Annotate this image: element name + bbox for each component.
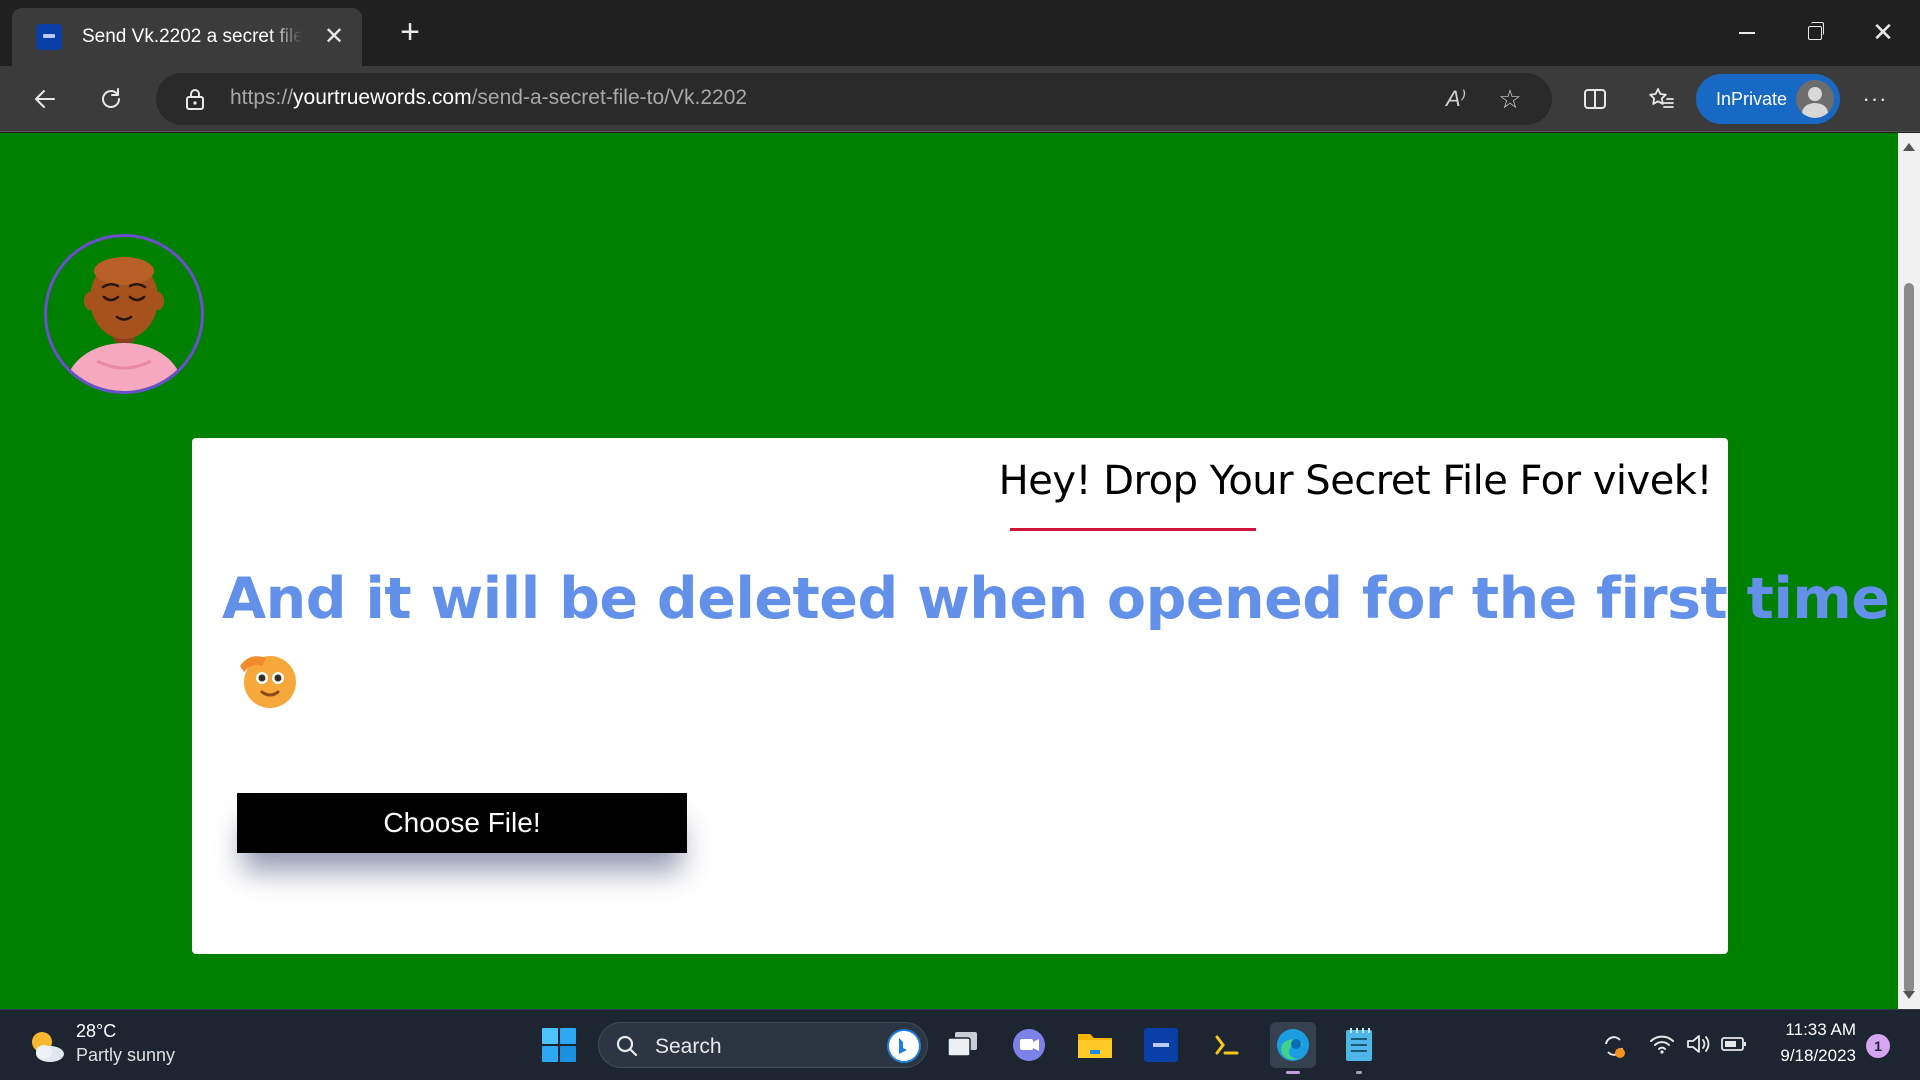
- task-view-button[interactable]: [940, 1022, 986, 1068]
- reload-button[interactable]: [90, 78, 132, 120]
- favorites-list-icon: [1649, 88, 1674, 108]
- file-explorer-button[interactable]: [1072, 1022, 1118, 1068]
- teams-chat-icon: [1013, 1029, 1045, 1061]
- wifi-signal-icon: [1650, 1035, 1674, 1054]
- url-host: yourtruewords.com: [293, 86, 472, 109]
- url-text[interactable]: https://yourtruewords.com/send-a-secret-…: [230, 86, 747, 110]
- site-favicon-icon: [36, 24, 62, 50]
- bing-chat-icon[interactable]: [887, 1029, 921, 1063]
- sync-arrows-icon: [1605, 1036, 1625, 1058]
- bing-b-icon: [889, 1031, 919, 1061]
- wifi-icon[interactable]: [1648, 1032, 1676, 1060]
- weather-temperature[interactable]: 28°C: [76, 1021, 116, 1042]
- deletion-notice: And it will be deleted when opened for t…: [222, 566, 1890, 632]
- choose-file-button[interactable]: Choose File!: [237, 793, 687, 853]
- tab-title: Send Vk.2202 a secret file on YourTrueWo…: [82, 26, 302, 47]
- upload-card: Hey! Drop Your Secret File For vivek! An…: [192, 438, 1890, 954]
- close-tab-icon[interactable]: ✕: [320, 23, 348, 51]
- scroll-down-arrow-icon[interactable]: [1903, 991, 1915, 999]
- scroll-up-arrow-icon[interactable]: [1903, 143, 1915, 151]
- arrow-left-icon: [35, 90, 55, 108]
- read-aloud-icon[interactable]: A⁾: [1438, 81, 1474, 117]
- browser-tab[interactable]: Send Vk.2202 a secret file on YourTrueWo…: [12, 8, 362, 66]
- weather-description[interactable]: Partly sunny: [76, 1045, 175, 1066]
- battery-icon[interactable]: [1720, 1032, 1748, 1060]
- split-screen-button[interactable]: [1574, 78, 1616, 120]
- browser-toolbar: https://yourtruewords.com/send-a-secret-…: [0, 66, 1920, 132]
- notification-badge[interactable]: 1: [1866, 1034, 1890, 1058]
- sync-icon[interactable]: [1600, 1032, 1628, 1060]
- start-button[interactable]: [536, 1022, 582, 1068]
- edge-browser-button[interactable]: [1270, 1022, 1316, 1074]
- address-bar[interactable]: https://yourtruewords.com/send-a-secret-…: [156, 73, 1552, 125]
- file-explorer-icon: [1078, 1034, 1112, 1058]
- notepad-icon: [1346, 1028, 1372, 1061]
- page-viewport: Hey! Drop Your Secret File For vivek! An…: [0, 133, 1898, 1009]
- new-tab-button[interactable]: +: [390, 12, 430, 52]
- restore-icon: [1808, 22, 1824, 41]
- pinned-app-button[interactable]: [1138, 1022, 1184, 1068]
- taskbar-search[interactable]: Search: [598, 1022, 928, 1068]
- taskbar: 28°C Partly sunny Search 11:33 AM 9/18/2…: [0, 1009, 1920, 1080]
- clock-date[interactable]: 9/18/2023: [1780, 1046, 1856, 1066]
- speaker-icon: [1687, 1035, 1710, 1053]
- close-window-button[interactable]: ✕: [1858, 12, 1908, 52]
- heading-underline: [1010, 528, 1256, 531]
- minimize-icon: [1739, 32, 1755, 34]
- add-favorite-star-icon[interactable]: ☆: [1492, 81, 1528, 117]
- teams-chat-button[interactable]: [1006, 1022, 1052, 1068]
- page-title: Hey! Drop Your Secret File For vivek!: [998, 458, 1713, 504]
- reload-icon: [102, 88, 120, 108]
- vertical-scrollbar[interactable]: [1898, 133, 1920, 1009]
- battery-level-icon: [1721, 1037, 1746, 1051]
- edge-icon: [1277, 1029, 1309, 1061]
- title-bar: Send Vk.2202 a secret file on YourTrueWo…: [0, 0, 1920, 66]
- volume-icon[interactable]: [1684, 1032, 1712, 1060]
- saluting-face-emoji-icon: [240, 656, 296, 708]
- app-icon: [1144, 1028, 1178, 1062]
- active-app-indicator: [1286, 1071, 1300, 1074]
- minimize-button[interactable]: [1722, 12, 1772, 52]
- partly-sunny-weather-icon[interactable]: [26, 1028, 66, 1064]
- url-path: /send-a-secret-file-to/Vk.2202: [471, 86, 748, 109]
- person-avatar-icon: [66, 257, 182, 391]
- restore-button[interactable]: [1790, 12, 1840, 52]
- more-options-button[interactable]: ···: [1854, 78, 1896, 120]
- inprivate-button[interactable]: InPrivate: [1696, 74, 1840, 124]
- user-avatar: [44, 234, 204, 394]
- task-view-icon: [947, 1032, 977, 1057]
- running-app-indicator: [1356, 1071, 1362, 1074]
- inprivate-label: InPrivate: [1716, 88, 1788, 109]
- url-scheme: https://: [230, 86, 294, 109]
- lock-icon[interactable]: [184, 87, 206, 111]
- split-screen-icon: [1584, 89, 1606, 109]
- clock-time[interactable]: 11:33 AM: [1785, 1020, 1856, 1040]
- search-icon: [616, 1035, 638, 1057]
- search-placeholder: Search: [655, 1035, 722, 1058]
- profile-avatar-icon: [1796, 80, 1834, 118]
- notepad-button[interactable]: [1336, 1022, 1382, 1074]
- favorites-button[interactable]: [1640, 78, 1682, 120]
- terminal-app-icon: [1215, 1035, 1239, 1055]
- scrollbar-thumb[interactable]: [1904, 283, 1914, 993]
- windows-start-icon: [542, 1028, 576, 1062]
- terminal-app-button[interactable]: [1204, 1022, 1250, 1068]
- back-button[interactable]: [24, 78, 66, 120]
